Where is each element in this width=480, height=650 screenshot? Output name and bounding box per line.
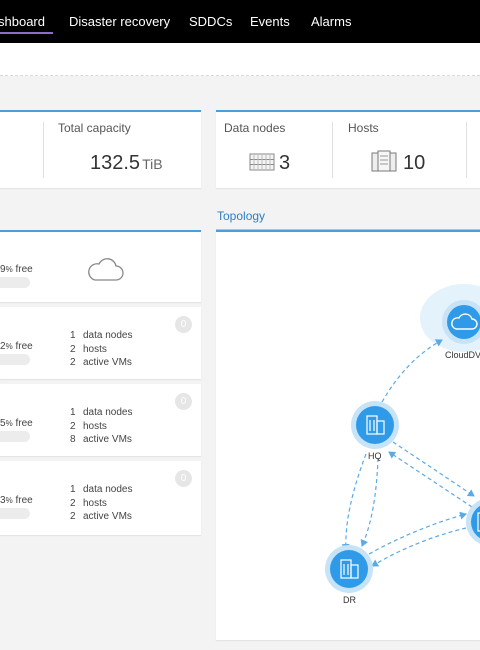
data-nodes-text: data nodes xyxy=(83,407,133,418)
total-capacity-number: 132.5 xyxy=(90,152,141,174)
hosts-text: hosts xyxy=(83,497,107,509)
cloud-icon xyxy=(86,257,124,288)
free-capacity-text: 9% free xyxy=(0,264,33,275)
free-capacity-text: 5% free xyxy=(0,418,33,429)
site-stats: 1 data nodes 2 hosts 2 active VMs xyxy=(70,483,133,524)
topology-graph xyxy=(325,284,480,593)
edge-hq-to-dr-left xyxy=(341,453,367,551)
capacity-bar xyxy=(0,431,30,442)
hq-node-label: HQ xyxy=(368,451,382,461)
tab-alarms[interactable]: Alarms xyxy=(311,14,351,29)
active-vms-text: active VMs xyxy=(83,357,132,368)
site-card[interactable]: 5% free 1 data nodes 2 hosts 8 active VMs 0 xyxy=(0,384,201,456)
tab-dashboard[interactable]: shboard xyxy=(0,14,45,29)
top-nav: shboard Disaster recovery SDDCs Events A… xyxy=(0,0,480,43)
cloud-node-label: CloudDV xyxy=(445,350,480,360)
inventory-summary-card: Data nodes 3 Hosts 10 xyxy=(216,110,480,188)
free-word: free xyxy=(15,341,33,352)
hq-node[interactable] xyxy=(351,401,399,449)
topology-panel: CloudDV HQ DR xyxy=(216,230,480,640)
edge-dr-to-hq-right xyxy=(360,457,379,547)
data-nodes-value: 3 xyxy=(279,152,291,174)
site-card[interactable]: 9% free xyxy=(0,232,201,302)
card-divider xyxy=(43,122,44,178)
capacity-bar xyxy=(0,354,30,365)
card-divider xyxy=(466,122,467,178)
data-nodes-count: 1 xyxy=(70,484,76,495)
hosts-icon xyxy=(371,150,397,177)
active-vms-count: 2 xyxy=(70,357,76,368)
edge-east-to-dr xyxy=(371,527,467,567)
free-percent-sign: % xyxy=(5,265,13,274)
free-percent-sign: % xyxy=(5,342,13,351)
capacity-bar xyxy=(0,508,30,519)
capacity-bar xyxy=(0,277,30,288)
hosts-value: 10 xyxy=(403,152,426,174)
hosts-text: hosts xyxy=(83,420,107,432)
alarm-count-badge: 0 xyxy=(175,393,192,410)
tab-disaster-recovery[interactable]: Disaster recovery xyxy=(69,14,170,29)
sub-header xyxy=(0,43,480,76)
site-card[interactable]: 2% free 1 data nodes 2 hosts 2 active VMs 0 xyxy=(0,307,201,379)
edge-dr-to-east xyxy=(368,511,467,555)
site-stats: 1 data nodes 2 hosts 8 active VMs xyxy=(70,406,133,447)
tab-events[interactable]: Events xyxy=(250,14,290,29)
active-tab-indicator xyxy=(0,32,53,34)
active-vms-count: 8 xyxy=(70,434,76,445)
active-vms-text: active VMs xyxy=(83,511,132,522)
edge-hq-to-cloud xyxy=(381,339,443,403)
dr-node-label: DR xyxy=(343,595,356,605)
edge-hq-to-east xyxy=(392,441,475,497)
free-percent-sign: % xyxy=(5,496,13,505)
card-divider xyxy=(332,122,333,178)
hosts-count: 2 xyxy=(70,343,76,355)
east-site-node[interactable] xyxy=(466,498,480,546)
free-capacity-text: 3% free xyxy=(0,495,33,506)
active-vms-count: 2 xyxy=(70,511,76,522)
total-capacity-label: Total capacity xyxy=(58,121,131,135)
data-nodes-label: Data nodes xyxy=(224,121,286,135)
total-capacity-value: 132.5 TiB xyxy=(90,152,163,175)
tab-sddcs[interactable]: SDDCs xyxy=(189,14,232,29)
hosts-text: hosts xyxy=(83,343,107,355)
data-nodes-text: data nodes xyxy=(83,330,133,341)
alarm-count-badge: 0 xyxy=(175,316,192,333)
topology-title: Topology xyxy=(217,209,266,223)
capacity-summary-card: Total capacity 132.5 TiB xyxy=(0,110,201,188)
free-word: free xyxy=(15,264,33,275)
alarm-count-badge: 0 xyxy=(175,470,192,487)
free-percent-sign: % xyxy=(5,419,13,428)
dr-node[interactable] xyxy=(325,545,373,593)
data-nodes-text: data nodes xyxy=(83,484,133,495)
hosts-count: 2 xyxy=(70,497,76,509)
data-node-icon xyxy=(249,153,275,176)
site-card[interactable]: 3% free 1 data nodes 2 hosts 2 active VMs 0 xyxy=(0,461,201,535)
active-vms-text: active VMs xyxy=(83,434,132,445)
free-capacity-text: 2% free xyxy=(0,341,33,352)
free-word: free xyxy=(15,418,33,429)
total-capacity-unit: TiB xyxy=(142,156,163,172)
hosts-label: Hosts xyxy=(348,121,379,135)
data-nodes-count: 1 xyxy=(70,407,76,418)
free-word: free xyxy=(15,495,33,506)
hosts-count: 2 xyxy=(70,420,76,432)
site-stats: 1 data nodes 2 hosts 2 active VMs xyxy=(70,329,133,370)
edge-east-to-hq xyxy=(388,451,473,508)
topology-edges xyxy=(341,339,475,567)
data-nodes-count: 1 xyxy=(70,330,76,341)
